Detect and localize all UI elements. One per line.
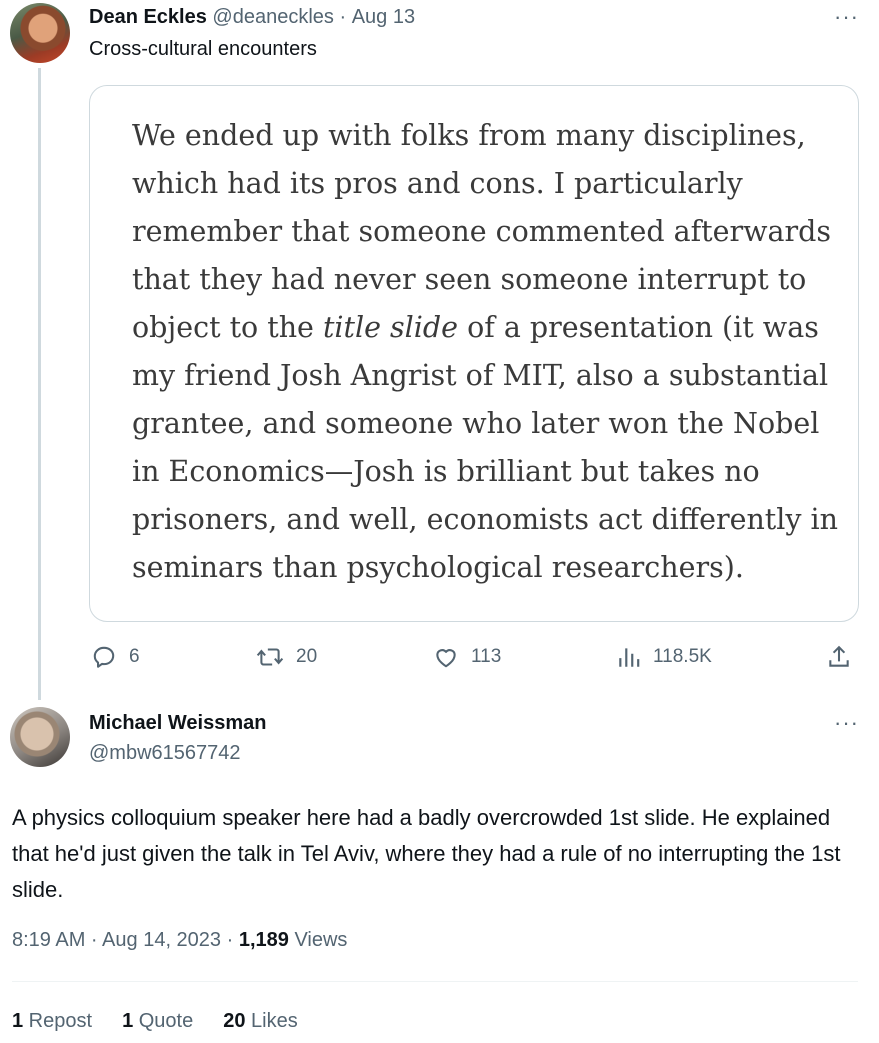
quotes-stat[interactable]: 1 Quote <box>122 1010 193 1033</box>
like-icon <box>433 644 459 670</box>
likes-stat[interactable]: 20 Likes <box>223 1010 298 1033</box>
views-button[interactable]: 118.5K <box>617 644 712 670</box>
quoted-text: We ended up with folks from many discipl… <box>132 112 852 592</box>
share-icon <box>827 644 851 670</box>
like-button[interactable]: 113 <box>433 644 501 670</box>
engagement-stats: 1 Repost 1 Quote 20 Likes <box>12 1010 298 1033</box>
reply-count: 6 <box>129 646 140 667</box>
reposts-stat-label: Repost <box>23 1010 93 1032</box>
like-count: 113 <box>471 646 502 667</box>
tweet-metadata: 8:19 AM · Aug 14, 2023 · 1,189 Views <box>12 929 347 952</box>
author-handle[interactable]: @deaneckles <box>212 6 333 28</box>
repost-icon <box>256 644 284 670</box>
author-name[interactable]: Dean Eckles <box>89 6 207 28</box>
separator-dot: · <box>339 6 347 28</box>
tweet-timestamp[interactable]: 8:19 AM · Aug 14, 2023 · <box>12 929 239 951</box>
views-count: 118.5K <box>653 646 712 667</box>
more-icon[interactable]: ··· <box>834 4 859 30</box>
likes-stat-count: 20 <box>223 1010 246 1032</box>
divider <box>12 981 858 982</box>
quotes-stat-count: 1 <box>122 1010 134 1032</box>
avatar-dean-eckles[interactable] <box>10 3 70 63</box>
likes-stat-label: Likes <box>245 1010 298 1032</box>
share-button[interactable] <box>827 644 851 670</box>
quotes-stat-label: Quote <box>133 1010 194 1032</box>
author-handle[interactable]: @mbw61567742 <box>89 742 241 765</box>
author-name[interactable]: Michael Weissman <box>89 712 266 735</box>
thread-connector-line <box>38 68 41 700</box>
reposts-stat-count: 1 <box>12 1010 24 1032</box>
quote-text-part2: of a presentation (it was my friend Josh… <box>132 311 839 584</box>
reply-button[interactable]: 6 <box>91 644 140 670</box>
views-label: Views <box>288 929 348 951</box>
views-count: 1,189 <box>238 929 289 951</box>
repost-button[interactable]: 20 <box>256 644 317 670</box>
tweet1-author-row: Dean Eckles @deaneckles · Aug 13 <box>89 6 415 29</box>
reposts-stat[interactable]: 1 Repost <box>12 1010 92 1033</box>
quoted-image-card[interactable]: We ended up with folks from many discipl… <box>89 85 859 622</box>
tweet2-text: A physics colloquium speaker here had a … <box>12 805 841 902</box>
repost-count: 20 <box>296 646 318 667</box>
tweet-date[interactable]: Aug 13 <box>352 6 415 28</box>
tweet1-text: Cross-cultural encounters <box>89 38 317 60</box>
avatar-michael-weissman[interactable] <box>10 707 70 767</box>
reply-icon <box>91 644 117 670</box>
views-icon <box>617 644 641 670</box>
more-icon[interactable]: ··· <box>834 710 859 736</box>
quote-text-italic: title slide <box>322 311 459 344</box>
